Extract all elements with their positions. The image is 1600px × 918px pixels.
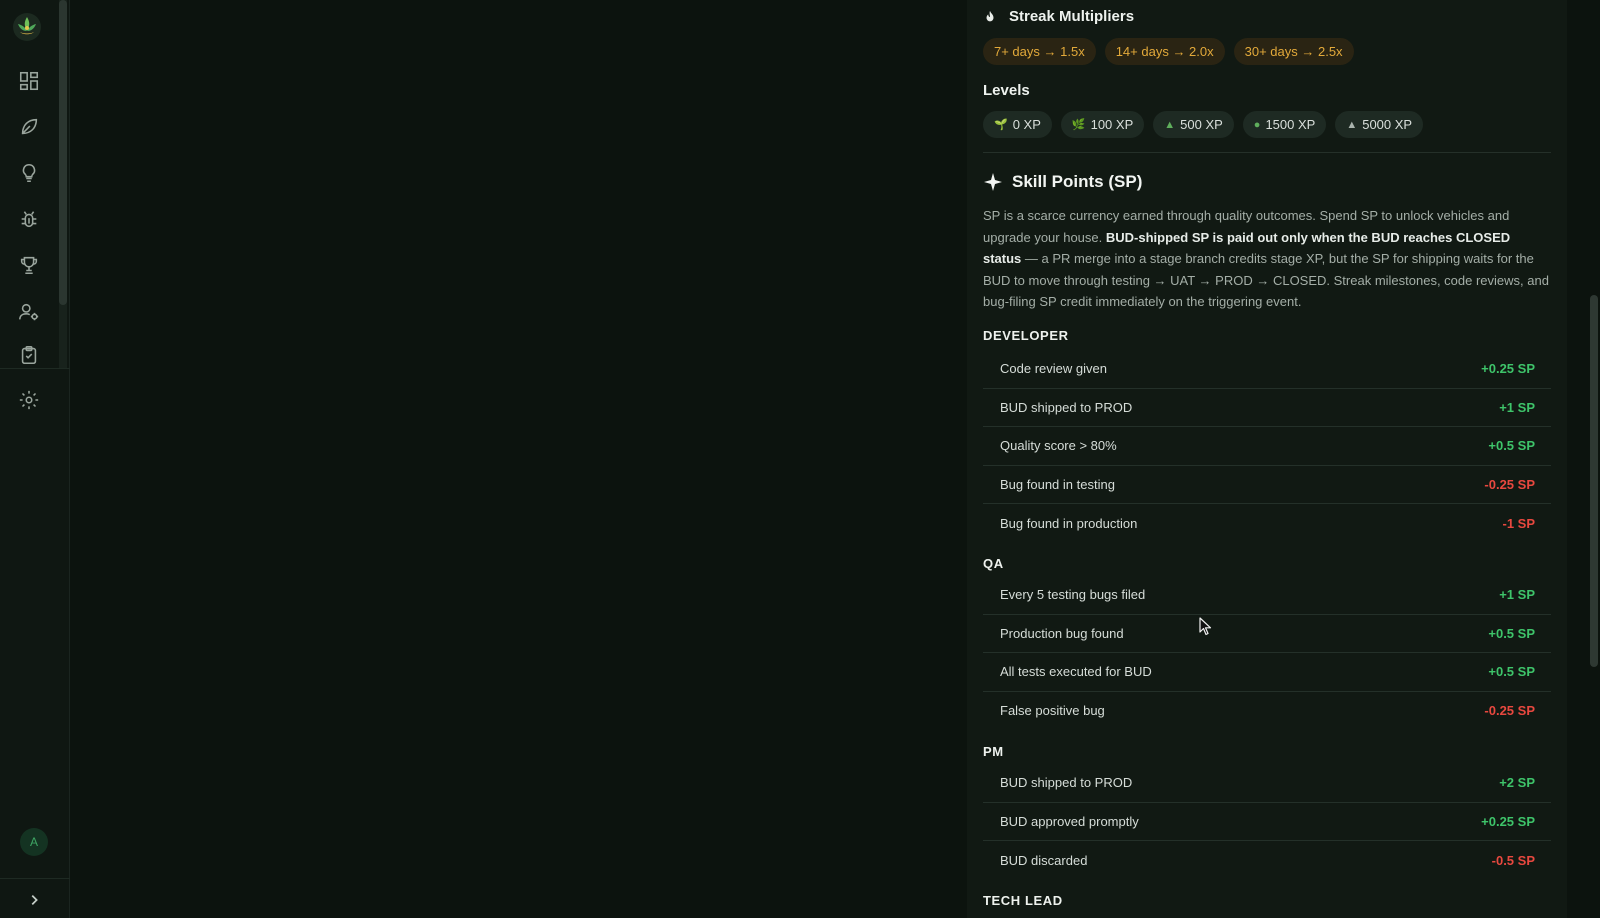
gear-icon[interactable] xyxy=(14,385,44,415)
streak-title: Streak Multipliers xyxy=(1009,8,1135,25)
rule-value: +0.25 SP xyxy=(1481,813,1535,829)
level-label: 1500 XP xyxy=(1265,117,1316,132)
rule-value: +2 SP xyxy=(1499,775,1535,791)
rule-value: +0.5 SP xyxy=(1488,438,1535,454)
desc-rest: — a PR merge into a stage branch credits… xyxy=(983,251,1549,309)
levels-heading: Levels xyxy=(983,82,1030,99)
trophy-icon[interactable] xyxy=(14,250,44,280)
user-settings-icon[interactable] xyxy=(14,297,44,327)
rule-row: Quality score > 80% +0.5 SP xyxy=(983,427,1551,466)
streak-pill: 14+ days → 2.0x xyxy=(1104,38,1225,65)
rule-value: +1 SP xyxy=(1499,587,1535,603)
rule-row: All tests executed for BUD +0.5 SP xyxy=(983,653,1551,692)
leaf-icon[interactable] xyxy=(14,112,44,142)
rule-label: Bug found in production xyxy=(1000,515,1138,531)
main-content-area xyxy=(70,0,967,918)
role-heading-pm: PM xyxy=(983,744,1004,759)
rule-label: False positive bug xyxy=(1000,703,1105,719)
rule-label: Every 5 testing bugs filed xyxy=(1000,587,1146,603)
rule-value: +0.25 SP xyxy=(1481,361,1535,377)
skill-points-description: SP is a scarce currency earned through q… xyxy=(983,205,1551,313)
skill-points-heading: Skill Points (SP) xyxy=(983,172,1142,192)
rule-label: BUD shipped to PROD xyxy=(1000,399,1133,415)
rule-value: +0.5 SP xyxy=(1488,664,1535,680)
level-label: 100 XP xyxy=(1090,117,1134,132)
level-label: 0 XP xyxy=(1012,117,1041,132)
level-label: 5000 XP xyxy=(1362,117,1413,132)
level-pill: 🌿 100 XP xyxy=(1060,111,1145,138)
rule-row: False positive bug -0.25 SP xyxy=(983,692,1551,731)
rule-row: Code review given +0.25 SP xyxy=(983,350,1551,389)
rule-label: BUD discarded xyxy=(1000,852,1088,868)
sidebar-bottom-divider xyxy=(0,878,70,879)
rule-label: Code review given xyxy=(1000,361,1107,377)
rule-row: BUD approved promptly +0.25 SP xyxy=(983,803,1551,841)
skill-points-title: Skill Points (SP) xyxy=(1012,172,1143,191)
role-heading-tech-lead: TECH LEAD xyxy=(983,893,1063,908)
streak-multipliers-heading: Streak Multipliers xyxy=(983,8,1134,25)
chevron-right-icon[interactable] xyxy=(22,888,46,912)
rule-row: Production bug found +0.5 SP xyxy=(983,615,1551,653)
rule-label: BUD shipped to PROD xyxy=(1000,775,1133,791)
sprout-icon: 🌱 xyxy=(994,119,1008,131)
mountain-icon: ▲ xyxy=(1346,118,1358,131)
avatar[interactable]: A xyxy=(20,828,48,856)
level-pill: ▲ 500 XP xyxy=(1153,111,1234,138)
panel-scroll-thumb[interactable] xyxy=(1590,295,1598,667)
rule-label: Bug found in testing xyxy=(1000,476,1115,492)
nav-divider xyxy=(0,368,70,369)
clipboard-check-icon[interactable] xyxy=(14,340,44,370)
level-pill: ▲ 5000 XP xyxy=(1335,111,1424,138)
lotus-logo[interactable] xyxy=(12,12,42,42)
rule-row: BUD shipped to PROD +2 SP xyxy=(983,764,1551,803)
rule-value: +0.5 SP xyxy=(1488,625,1535,641)
rule-value: +1 SP xyxy=(1499,399,1535,415)
panel-scrollbar[interactable] xyxy=(1587,0,1600,918)
dashboard-grid-icon[interactable] xyxy=(14,66,44,96)
levels-title: Levels xyxy=(983,82,1030,99)
role-heading-developer: DEVELOPER xyxy=(983,328,1069,343)
rule-value: -0.5 SP xyxy=(1491,852,1535,868)
streak-pills: 7+ days → 1.5x 14+ days → 2.0x 30+ days … xyxy=(983,38,1354,65)
rule-label: All tests executed for BUD xyxy=(1000,664,1152,680)
level-pill: ● 1500 XP xyxy=(1242,111,1327,138)
rule-value: -0.25 SP xyxy=(1484,476,1535,492)
sparkle-icon xyxy=(983,172,1003,192)
rule-row: BUD shipped to PROD +1 SP xyxy=(983,389,1551,427)
rule-row: BUD discarded -0.5 SP xyxy=(983,841,1551,880)
level-pill: 🌱 0 XP xyxy=(983,111,1052,138)
rule-label: Quality score > 80% xyxy=(1000,438,1117,454)
streak-pill: 30+ days → 2.5x xyxy=(1233,38,1354,65)
rule-label: BUD approved promptly xyxy=(1000,813,1139,829)
section-divider xyxy=(983,152,1551,153)
tree-icon: ● xyxy=(1253,118,1261,131)
bug-icon[interactable] xyxy=(14,204,44,234)
rule-row: Bug found in testing -0.25 SP xyxy=(983,466,1551,504)
flame-icon xyxy=(983,9,999,25)
level-label: 500 XP xyxy=(1180,117,1223,132)
sidebar: A xyxy=(0,0,70,918)
rule-value: -0.25 SP xyxy=(1484,703,1535,719)
streak-pill: 7+ days → 1.5x xyxy=(983,38,1096,65)
mouse-cursor-icon xyxy=(1199,617,1212,636)
herb-icon: 🌿 xyxy=(1071,119,1086,131)
sidebar-scroll-thumb[interactable] xyxy=(59,0,67,305)
role-heading-qa: QA xyxy=(983,556,1004,571)
rule-label: Production bug found xyxy=(1000,625,1124,641)
rule-row: Bug found in production -1 SP xyxy=(983,504,1551,543)
rule-value: -1 SP xyxy=(1502,515,1535,531)
rules-panel: Streak Multipliers 7+ days → 1.5x 14+ da… xyxy=(967,0,1567,918)
small-tree-icon: ▲ xyxy=(1164,118,1176,131)
rule-row: Every 5 testing bugs filed +1 SP xyxy=(983,576,1551,615)
level-pills: 🌱 0 XP 🌿 100 XP ▲ 500 XP ● 1500 XP ▲ 5000 XP xyxy=(983,111,1424,138)
lightbulb-icon[interactable] xyxy=(14,158,44,188)
sidebar-scrollbar[interactable] xyxy=(59,0,67,368)
